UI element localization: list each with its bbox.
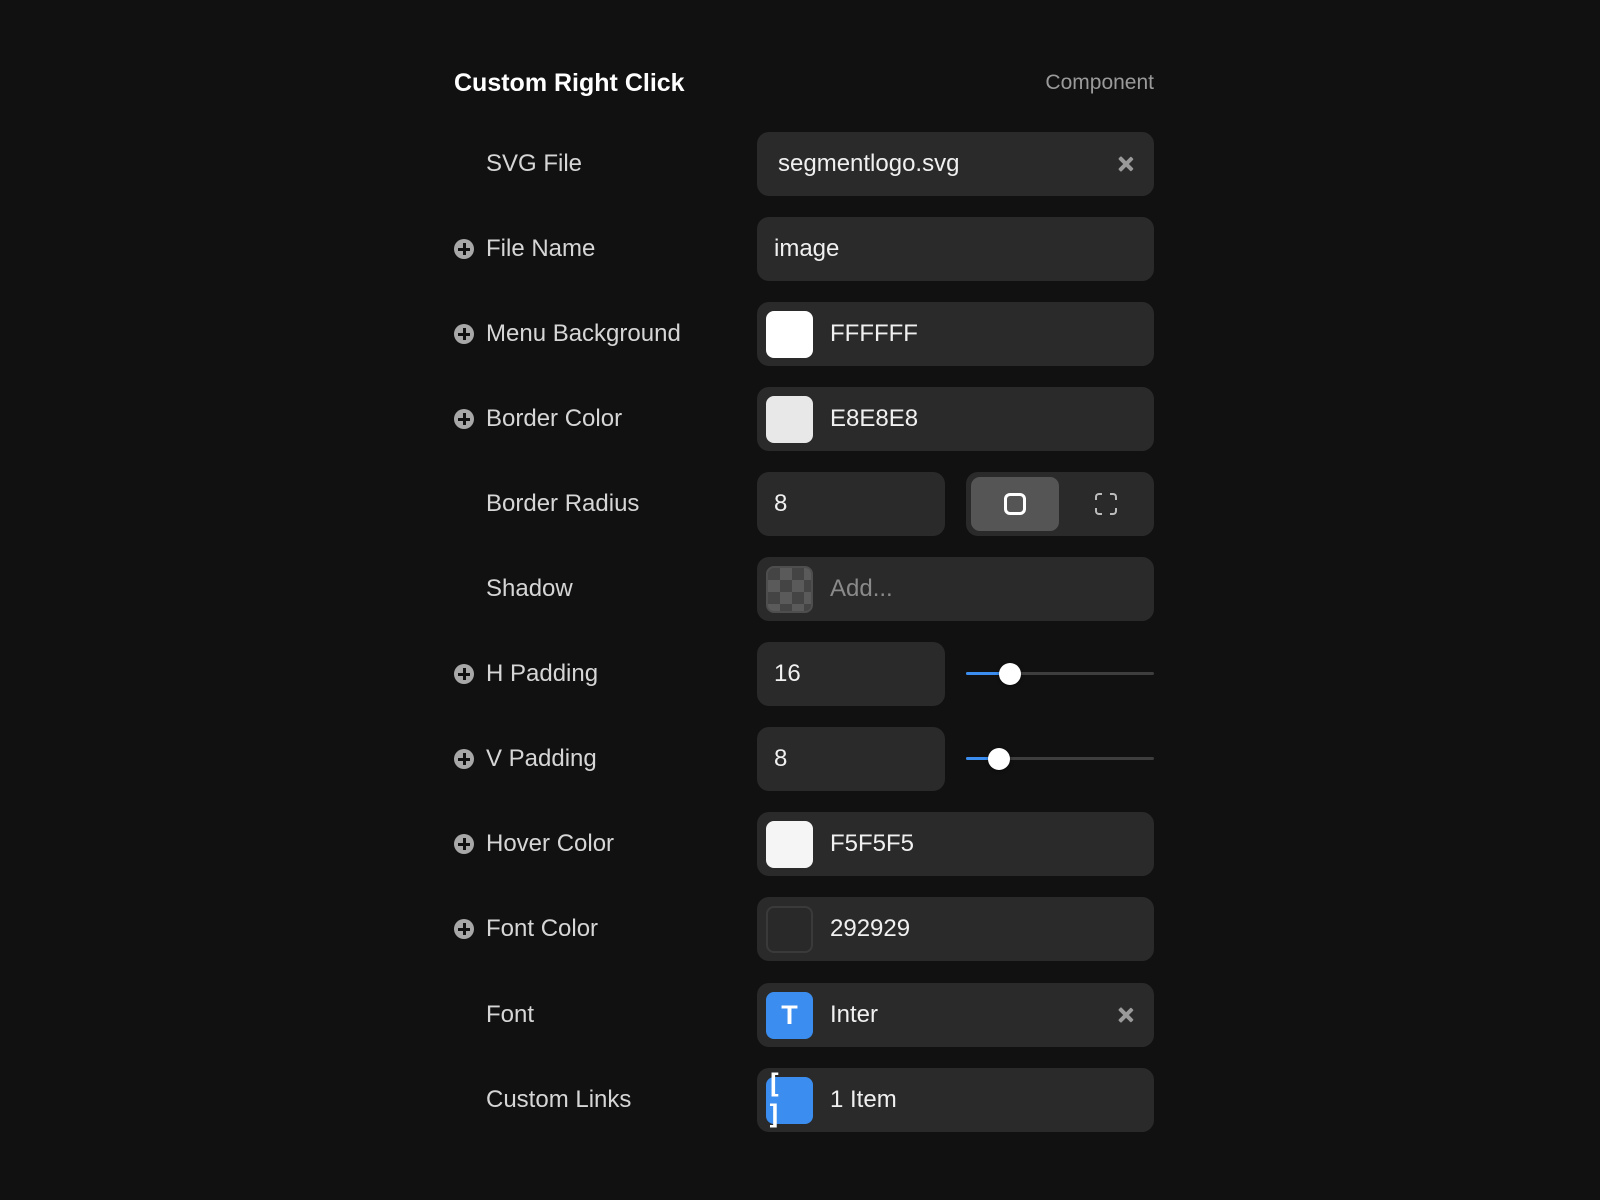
add-hover-color-icon[interactable] xyxy=(454,834,474,854)
border-radius-mode-toggle xyxy=(966,472,1154,536)
border-color-field[interactable]: E8E8E8 xyxy=(757,387,1154,451)
custom-links-field[interactable]: [ ] 1 Item xyxy=(757,1068,1154,1132)
border-color-label: Border Color xyxy=(486,405,623,432)
hover-color-value: F5F5F5 xyxy=(830,830,915,857)
svg-file-value: segmentlogo.svg xyxy=(778,150,960,177)
hover-color-swatch[interactable] xyxy=(766,820,813,868)
array-brackets-icon: [ ] xyxy=(766,1069,813,1131)
font-color-label: Font Color xyxy=(486,915,599,942)
svg-file-label: SVG File xyxy=(486,150,583,177)
row-border-radius: Border Radius 8 xyxy=(454,472,1154,536)
border-color-swatch[interactable] xyxy=(766,395,813,443)
slider-thumb[interactable] xyxy=(999,663,1022,685)
v-padding-label: V Padding xyxy=(486,745,597,772)
h-padding-slider[interactable] xyxy=(966,642,1154,706)
font-color-field[interactable]: 292929 xyxy=(757,897,1154,961)
hover-color-label: Hover Color xyxy=(486,830,615,857)
row-border-color: Border Color E8E8E8 xyxy=(454,387,1154,451)
file-name-input[interactable]: image xyxy=(757,217,1154,281)
row-file-name: File Name image xyxy=(454,217,1154,281)
h-padding-value: 16 xyxy=(774,660,801,687)
all-corners-option[interactable] xyxy=(971,477,1059,531)
individual-corners-option[interactable] xyxy=(1062,477,1150,531)
custom-links-value: 1 Item xyxy=(830,1086,897,1113)
row-font: Font T Inter xyxy=(454,983,1154,1047)
add-border-color-icon[interactable] xyxy=(454,409,474,429)
menu-background-field[interactable]: FFFFFF xyxy=(757,302,1154,366)
font-T-icon: T xyxy=(766,991,813,1039)
font-color-swatch[interactable] xyxy=(766,905,813,953)
hover-color-field[interactable]: F5F5F5 xyxy=(757,812,1154,876)
row-v-padding: V Padding 8 xyxy=(454,727,1154,791)
border-radius-value: 8 xyxy=(774,490,788,517)
add-file-name-icon[interactable] xyxy=(454,239,474,259)
row-svg-file: SVG File segmentlogo.svg xyxy=(454,132,1154,196)
menu-background-label: Menu Background xyxy=(486,320,681,347)
font-field[interactable]: T Inter xyxy=(757,983,1154,1047)
add-menu-background-icon[interactable] xyxy=(454,324,474,344)
border-color-value: E8E8E8 xyxy=(830,405,919,432)
shadow-label: Shadow xyxy=(486,575,573,602)
file-name-label: File Name xyxy=(486,235,596,262)
row-h-padding: H Padding 16 xyxy=(454,642,1154,706)
component-type-label: Component xyxy=(1045,71,1154,94)
clear-svg-file-icon[interactable] xyxy=(1116,154,1136,174)
shadow-checker-icon xyxy=(766,565,813,613)
all-corners-icon xyxy=(1004,493,1026,515)
clear-font-icon[interactable] xyxy=(1116,1005,1136,1025)
shadow-placeholder: Add... xyxy=(830,575,893,602)
custom-links-label: Custom Links xyxy=(486,1086,632,1113)
v-padding-input[interactable]: 8 xyxy=(757,727,945,791)
menu-background-value: FFFFFF xyxy=(830,320,918,347)
individual-corners-icon xyxy=(1095,493,1117,515)
panel-header: Custom Right Click Component xyxy=(454,63,1154,103)
row-menu-background: Menu Background FFFFFF xyxy=(454,302,1154,366)
font-value: Inter xyxy=(830,1001,879,1028)
font-label: Font xyxy=(486,1001,535,1028)
border-radius-label: Border Radius xyxy=(486,490,640,517)
svg-file-field[interactable]: segmentlogo.svg xyxy=(757,132,1154,196)
h-padding-input[interactable]: 16 xyxy=(757,642,945,706)
row-font-color: Font Color 292929 xyxy=(454,897,1154,961)
add-font-color-icon[interactable] xyxy=(454,919,474,939)
row-hover-color: Hover Color F5F5F5 xyxy=(454,812,1154,876)
menu-background-swatch[interactable] xyxy=(766,310,813,358)
file-name-value: image xyxy=(774,235,840,262)
slider-thumb[interactable] xyxy=(987,748,1010,770)
v-padding-value: 8 xyxy=(774,745,788,772)
font-color-value: 292929 xyxy=(830,915,911,942)
shadow-field[interactable]: Add... xyxy=(757,557,1154,621)
property-panel: Custom Right Click Component SVG File se… xyxy=(454,0,1154,1200)
add-v-padding-icon[interactable] xyxy=(454,749,474,769)
h-padding-label: H Padding xyxy=(486,660,599,687)
component-title: Custom Right Click xyxy=(454,68,685,97)
add-h-padding-icon[interactable] xyxy=(454,664,474,684)
border-radius-input[interactable]: 8 xyxy=(757,472,945,536)
v-padding-slider[interactable] xyxy=(966,727,1154,791)
row-custom-links: Custom Links [ ] 1 Item xyxy=(454,1068,1154,1132)
row-shadow: Shadow Add... xyxy=(454,557,1154,621)
